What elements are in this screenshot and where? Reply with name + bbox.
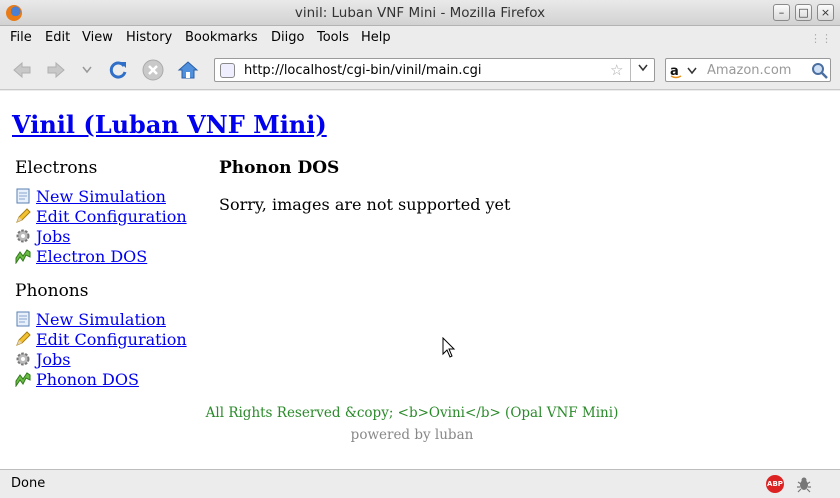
menu-edit[interactable]: Edit <box>45 30 70 45</box>
footer-rights: All Rights Reserved &copy; <b>Ovini</b> … <box>205 405 619 421</box>
chart-icon <box>15 248 31 265</box>
url-text[interactable]: http://localhost/cgi-bin/vinil/main.cgi <box>244 63 482 78</box>
section-heading-electrons: Electrons <box>15 158 98 178</box>
window-titlebar: vinil: Luban VNF Mini - Mozilla Firefox … <box>0 0 840 26</box>
stop-button[interactable] <box>141 58 165 82</box>
home-button[interactable] <box>176 58 200 82</box>
amazon-icon[interactable]: a <box>669 62 703 79</box>
menu-tools[interactable]: Tools <box>317 30 349 45</box>
menu-help[interactable]: Help <box>361 30 391 45</box>
status-bar: Done ABP <box>0 469 840 498</box>
page-content: Vinil (Luban VNF Mini) Electrons New Sim… <box>0 91 840 469</box>
phonons-new-simulation-item[interactable]: New Simulation <box>15 309 166 329</box>
electrons-new-simulation-item[interactable]: New Simulation <box>15 186 166 206</box>
search-bar[interactable]: a Amazon.com <box>665 58 831 82</box>
bookmark-star-icon[interactable]: ☆ <box>610 61 623 79</box>
minimize-button[interactable]: – <box>773 4 790 21</box>
main-message: Sorry, images are not supported yet <box>219 195 511 214</box>
main-heading: Phonon DOS <box>219 158 340 178</box>
menu-view[interactable]: View <box>82 30 113 45</box>
electrons-electron-dos-link[interactable]: Electron DOS <box>36 247 147 266</box>
forward-button[interactable] <box>44 58 68 82</box>
electrons-electron-dos-item[interactable]: Electron DOS <box>15 246 147 266</box>
back-arrow-icon <box>13 61 31 79</box>
phonons-phonon-dos-item[interactable]: Phonon DOS <box>15 369 139 389</box>
menu-bar: File Edit View History Bookmarks Diigo T… <box>0 26 840 50</box>
phonons-edit-configuration-item[interactable]: Edit Configuration <box>15 329 187 349</box>
status-text: Done <box>11 476 46 491</box>
menu-history[interactable]: History <box>126 30 172 45</box>
history-dropdown-button[interactable] <box>77 58 97 82</box>
gear-icon <box>15 351 31 367</box>
navigation-toolbar: http://localhost/cgi-bin/vinil/main.cgi … <box>0 50 840 90</box>
phonons-edit-configuration-link[interactable]: Edit Configuration <box>36 330 187 349</box>
electrons-edit-configuration-link[interactable]: Edit Configuration <box>36 207 187 226</box>
electrons-edit-configuration-item[interactable]: Edit Configuration <box>15 206 187 226</box>
adblock-icon[interactable]: ABP <box>766 475 784 493</box>
mouse-cursor-icon <box>442 337 456 358</box>
chart-icon <box>15 371 31 388</box>
document-icon <box>15 311 31 327</box>
reload-button[interactable] <box>106 58 130 82</box>
chevron-down-icon <box>637 64 648 72</box>
pencil-icon <box>15 331 31 347</box>
menu-bookmarks[interactable]: Bookmarks <box>185 30 258 45</box>
url-dropdown-button[interactable] <box>630 59 654 81</box>
menu-file[interactable]: File <box>10 30 32 45</box>
close-button[interactable]: × <box>817 4 834 21</box>
toolbar-grip-icon: ⋮⋮ <box>810 32 832 45</box>
maximize-button[interactable]: □ <box>795 4 812 21</box>
back-button[interactable] <box>10 58 34 82</box>
electrons-jobs-link[interactable]: Jobs <box>36 227 71 246</box>
forward-arrow-icon <box>47 61 65 79</box>
home-icon <box>177 61 199 79</box>
phonons-jobs-link[interactable]: Jobs <box>36 350 71 369</box>
menu-diigo[interactable]: Diigo <box>271 30 304 45</box>
vertical-scroll-gutter <box>832 91 840 469</box>
pencil-icon <box>15 208 31 224</box>
phonons-new-simulation-link[interactable]: New Simulation <box>36 310 166 329</box>
reload-icon <box>109 61 127 79</box>
stop-icon <box>142 59 164 81</box>
gear-icon <box>15 228 31 244</box>
electrons-new-simulation-link[interactable]: New Simulation <box>36 187 166 206</box>
phonons-jobs-item[interactable]: Jobs <box>15 349 71 369</box>
footer-powered-by: powered by luban <box>350 427 474 443</box>
phonons-phonon-dos-link[interactable]: Phonon DOS <box>36 370 139 389</box>
site-title-link[interactable]: Vinil (Luban VNF Mini) <box>12 110 327 139</box>
section-heading-phonons: Phonons <box>15 281 89 301</box>
electrons-jobs-item[interactable]: Jobs <box>15 226 71 246</box>
url-bar[interactable]: http://localhost/cgi-bin/vinil/main.cgi … <box>214 58 655 82</box>
search-icon[interactable] <box>811 62 828 79</box>
search-input[interactable]: Amazon.com <box>707 63 791 78</box>
chevron-down-icon <box>82 66 92 74</box>
site-identity-icon[interactable] <box>220 63 235 78</box>
firebug-icon[interactable] <box>795 475 813 493</box>
document-icon <box>15 188 31 204</box>
window-title: vinil: Luban VNF Mini - Mozilla Firefox <box>294 5 546 21</box>
